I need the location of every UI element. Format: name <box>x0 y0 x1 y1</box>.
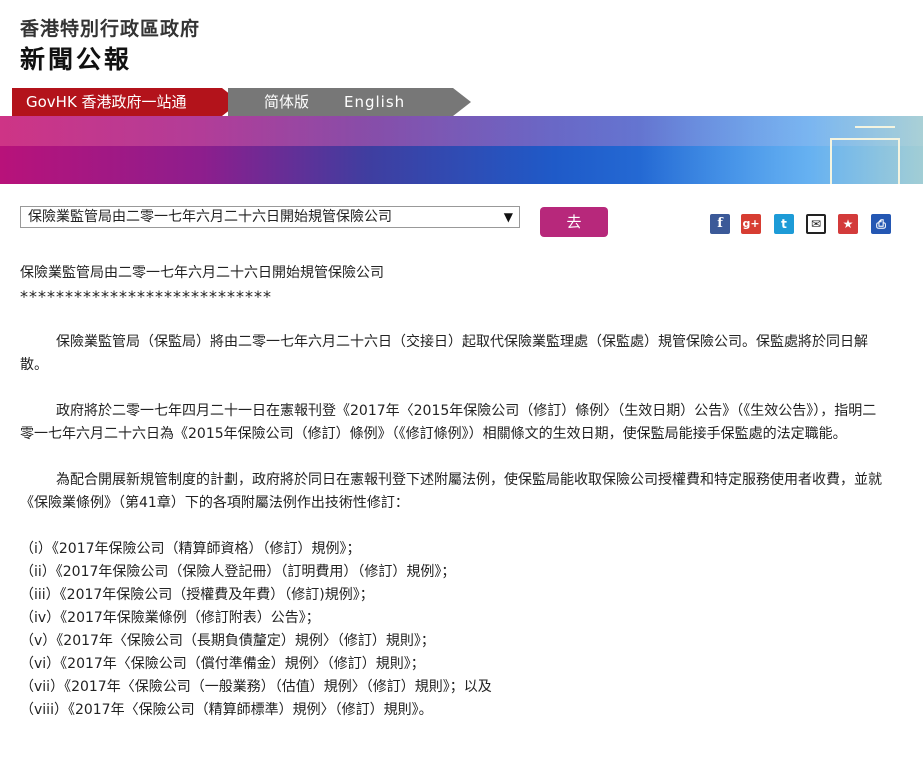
go-button[interactable]: 去 <box>540 207 608 237</box>
press-releases-title[interactable]: 新聞公報 <box>20 40 132 76</box>
site-header: 香港特別行政區政府 新聞公報 <box>0 0 923 88</box>
twitter-icon[interactable]: t <box>774 214 794 234</box>
print-icon[interactable]: ⎙ <box>871 214 891 234</box>
banner-decoration <box>830 138 900 184</box>
dropdown-arrow-icon: ▼ <box>503 210 513 224</box>
top-nav: GovHK 香港政府一站通 简体版 English <box>0 88 923 116</box>
article-body: 保險業監管局由二零一七年六月二十六日開始規管保險公司 *************… <box>20 262 890 722</box>
list-item: （vi）《2017年〈保險公司（償付準備金）規例〉（修訂）規則》； <box>20 656 425 672</box>
paragraph: 政府將於二零一七年四月二十一日在憲報刊登《2017年〈2015年保險公司（修訂）… <box>20 403 877 442</box>
language-bar: 简体版 English <box>228 88 471 116</box>
paragraph: 為配合開展新規管制度的計劃，政府將於同日在憲報刊登下述附屬法例，使保監局能收取保… <box>20 472 882 511</box>
bookmark-icon[interactable]: ★ <box>838 214 858 234</box>
google-plus-icon[interactable]: g+ <box>741 214 761 234</box>
facebook-icon[interactable]: f <box>710 214 730 234</box>
list-item: （viii）《2017年〈保險公司（精算師標準）規例〉（修訂）規則》。 <box>20 702 433 718</box>
list-item: （iii）《2017年保險公司（授權費及年費）（修訂)規例》； <box>20 587 374 603</box>
govhk-link[interactable]: GovHK 香港政府一站通 <box>12 88 240 116</box>
select-value: 保險業監管局由二零一七年六月二十六日開始規管保險公司 <box>28 209 392 225</box>
press-release-select[interactable]: 保險業監管局由二零一七年六月二十六日開始規管保險公司 ▼ <box>20 206 520 228</box>
title-separator: **************************** <box>20 287 272 306</box>
english-link[interactable]: English <box>344 88 405 116</box>
article-title: 保險業監管局由二零一七年六月二十六日開始規管保險公司 <box>20 265 384 281</box>
simplified-chinese-link[interactable]: 简体版 <box>264 88 309 116</box>
list-item: （vii）《2017年〈保險公司（一般業務）（估值）規例〉（修訂）規則》；以及 <box>20 679 492 695</box>
header-banner <box>0 116 923 184</box>
email-icon[interactable]: ✉ <box>806 214 826 234</box>
paragraph: 保險業監管局（保監局）將由二零一七年六月二十六日（交接日）起取代保險業監理處（保… <box>20 334 868 373</box>
list-item: （v）《2017年〈保險公司（長期負債釐定）規例〉（修訂）規則》； <box>20 633 435 649</box>
list-item: （i）《2017年保險公司（精算師資格）（修訂）規例》； <box>20 541 361 557</box>
government-name: 香港特別行政區政府 <box>20 18 201 40</box>
list-item: （ii）《2017年保險公司（保險人登記冊）（訂明費用）（修訂）規例》； <box>20 564 456 580</box>
list-item: （iv）《2017年保險業條例（修訂附表）公告》； <box>20 610 320 626</box>
